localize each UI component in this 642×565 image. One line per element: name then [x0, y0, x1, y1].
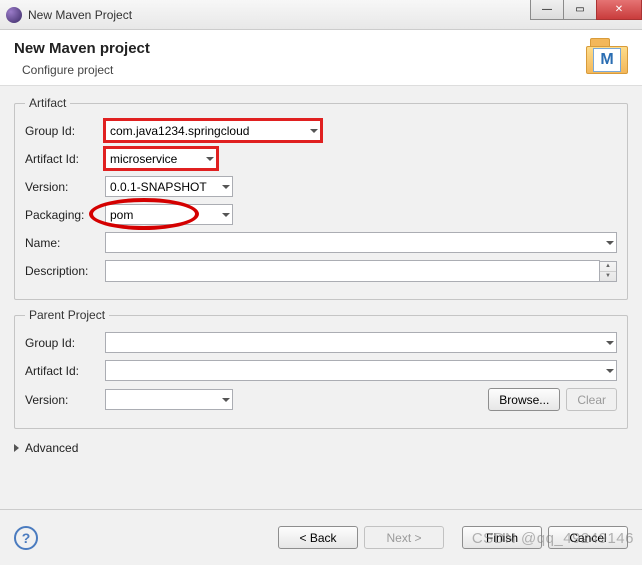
parent-artifact-id-field[interactable]	[105, 360, 617, 381]
finish-button[interactable]: Finish	[462, 526, 542, 549]
parent-project-group: Parent Project Group Id: Artifact Id: Ve…	[14, 308, 628, 429]
parent-version-label: Version:	[25, 393, 105, 407]
spinner-down-icon[interactable]: ▼	[600, 272, 616, 281]
name-label: Name:	[25, 236, 105, 250]
chevron-down-icon	[206, 157, 214, 161]
next-button[interactable]: Next >	[364, 526, 444, 549]
maximize-button[interactable]: ▭	[563, 0, 597, 20]
description-spinner[interactable]: ▲ ▼	[600, 261, 617, 282]
parent-group-id-label: Group Id:	[25, 336, 105, 350]
group-id-label: Group Id:	[25, 124, 105, 138]
chevron-down-icon	[606, 241, 614, 245]
description-field[interactable]	[105, 260, 600, 282]
cancel-button[interactable]: Cancel	[548, 526, 628, 549]
artifact-id-field[interactable]: microservice	[105, 148, 217, 169]
advanced-toggle[interactable]: Advanced	[14, 441, 628, 455]
version-label: Version:	[25, 180, 105, 194]
group-id-value: com.java1234.springcloud	[110, 124, 249, 138]
spinner-up-icon[interactable]: ▲	[600, 262, 616, 272]
titlebar: New Maven Project — ▭ ✕	[0, 0, 642, 30]
clear-button[interactable]: Clear	[566, 388, 617, 411]
chevron-down-icon	[222, 213, 230, 217]
app-icon	[6, 7, 22, 23]
window-title: New Maven Project	[28, 8, 132, 22]
advanced-label: Advanced	[25, 441, 78, 455]
parent-legend: Parent Project	[25, 308, 109, 322]
artifact-id-label: Artifact Id:	[25, 152, 105, 166]
chevron-down-icon	[606, 341, 614, 345]
artifact-legend: Artifact	[25, 96, 70, 110]
wizard-footer: ? < Back Next > Finish Cancel	[0, 509, 642, 565]
page-title: New Maven project	[14, 40, 628, 57]
name-field[interactable]	[105, 232, 617, 253]
artifact-id-value: microservice	[110, 152, 177, 166]
triangle-right-icon	[14, 444, 19, 452]
version-field[interactable]: 0.0.1-SNAPSHOT	[105, 176, 233, 197]
packaging-value: pom	[110, 208, 133, 222]
group-id-field[interactable]: com.java1234.springcloud	[105, 120, 321, 141]
chevron-down-icon	[310, 129, 318, 133]
maven-icon: M	[586, 38, 628, 74]
minimize-button[interactable]: —	[530, 0, 564, 20]
chevron-down-icon	[222, 185, 230, 189]
wizard-content: Artifact Group Id: com.java1234.springcl…	[0, 86, 642, 526]
version-value: 0.0.1-SNAPSHOT	[110, 180, 207, 194]
chevron-down-icon	[606, 369, 614, 373]
page-subtitle: Configure project	[22, 63, 628, 77]
packaging-label: Packaging:	[25, 208, 105, 222]
back-button[interactable]: < Back	[278, 526, 358, 549]
parent-group-id-field[interactable]	[105, 332, 617, 353]
packaging-field[interactable]: pom	[105, 204, 233, 225]
wizard-header: New Maven project Configure project M	[0, 30, 642, 86]
artifact-group: Artifact Group Id: com.java1234.springcl…	[14, 96, 628, 300]
description-label: Description:	[25, 264, 105, 278]
parent-version-field[interactable]	[105, 389, 233, 410]
parent-artifact-id-label: Artifact Id:	[25, 364, 105, 378]
close-button[interactable]: ✕	[596, 0, 642, 20]
window-controls: — ▭ ✕	[531, 0, 642, 20]
chevron-down-icon	[222, 398, 230, 402]
browse-button[interactable]: Browse...	[488, 388, 560, 411]
help-icon[interactable]: ?	[14, 526, 38, 550]
